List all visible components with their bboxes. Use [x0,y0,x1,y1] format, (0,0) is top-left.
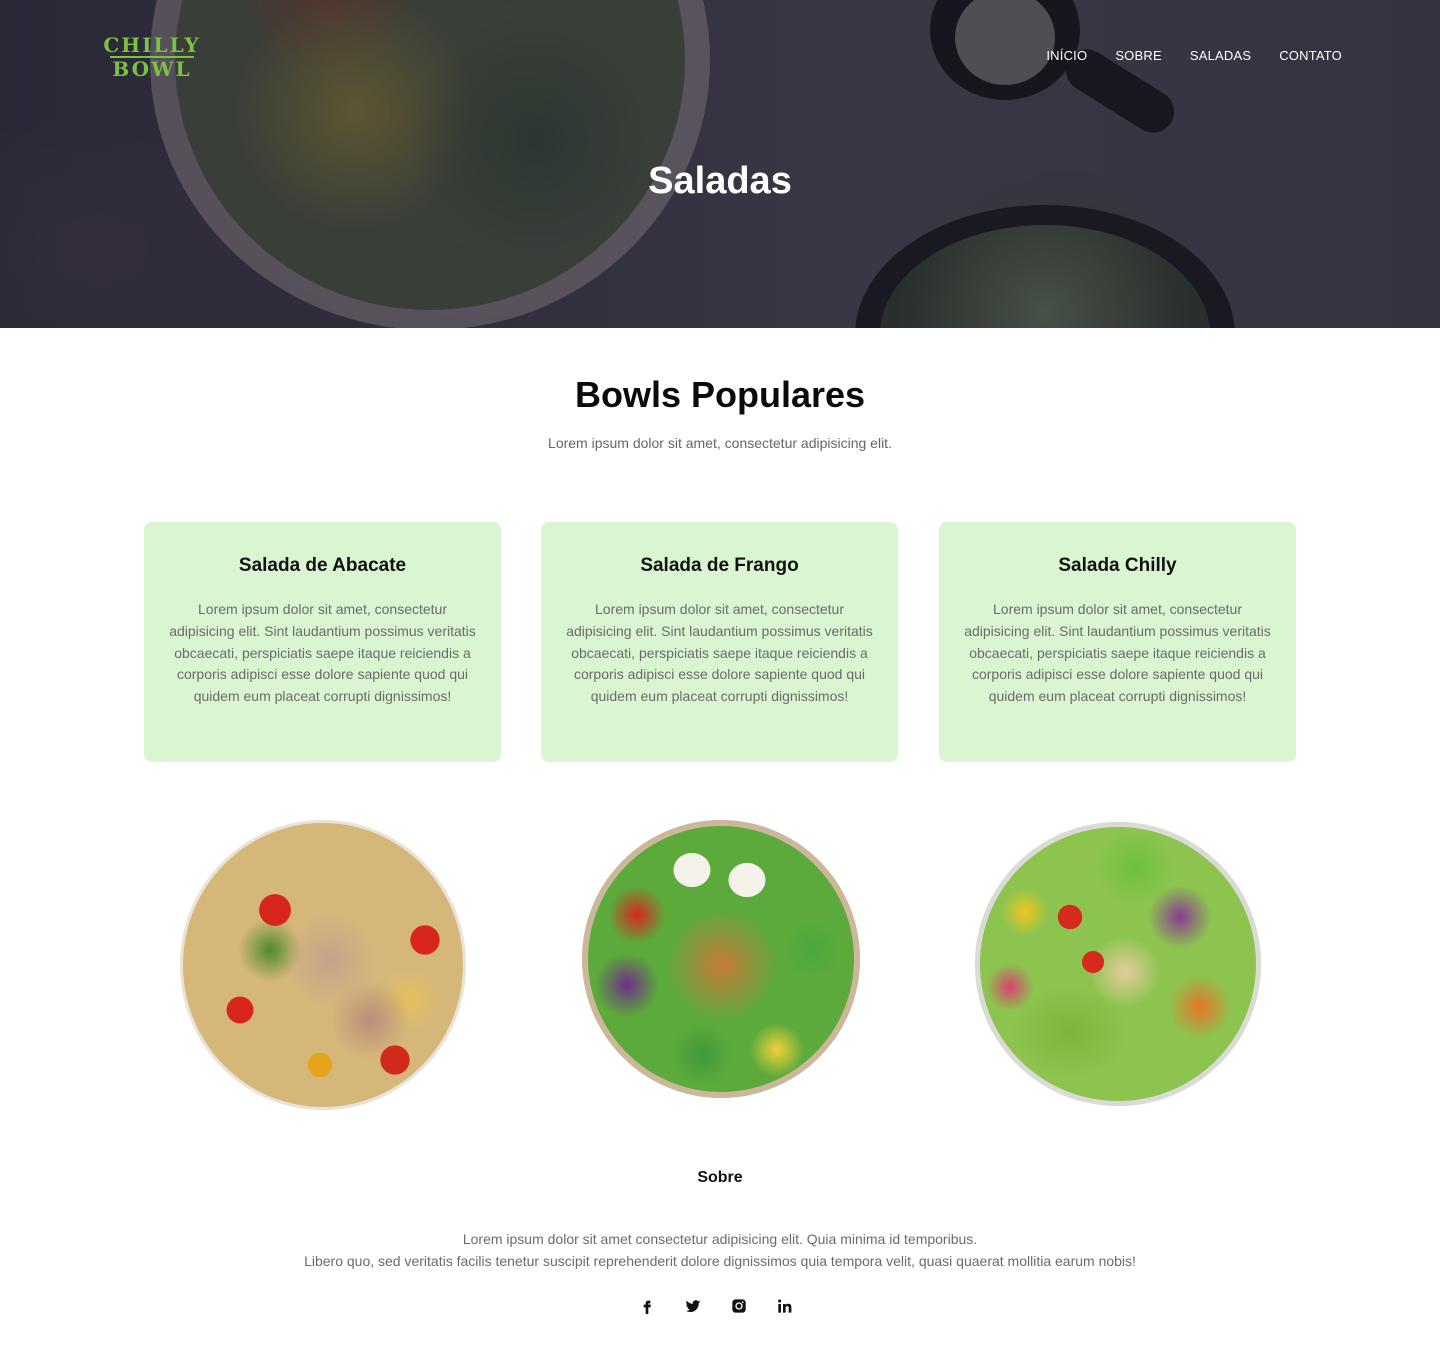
salad-card-frango: Salada de Frango Lorem ipsum dolor sit a… [541,522,898,762]
logo-line1: CHILLY [103,33,201,57]
about-text-line2: Libero quo, sed veritatis facilis tenetu… [304,1253,1136,1269]
about-text-line1: Lorem ipsum dolor sit amet consectetur a… [462,1231,978,1247]
salad-card-chilly: Salada Chilly Lorem ipsum dolor sit amet… [939,522,1296,762]
card-title: Salada de Frango [640,555,799,576]
social-links [638,1296,794,1316]
card-title: Salada de Abacate [238,555,407,576]
nav-item-contato[interactable]: CONTATO [1279,48,1342,63]
linkedin-icon[interactable] [776,1296,794,1316]
salad-image-pasta [180,820,466,1110]
popular-bowls-subtitle: Lorem ipsum dolor sit amet, consectetur … [548,435,892,451]
page-title: Saladas [648,160,792,202]
card-description: Lorem ipsum dolor sit amet, consectetur … [169,601,476,705]
nav-item-sobre[interactable]: SOBRE [1115,48,1162,63]
popular-bowls-title: Bowls Populares [574,374,866,415]
logo-line2: BOWL [112,57,192,81]
nav-item-saladas[interactable]: SALADAS [1190,48,1251,63]
card-description: Lorem ipsum dolor sit amet, consectetur … [566,601,873,705]
nav-item-inicio[interactable]: INÍCIO [1046,48,1087,63]
salad-image-chicken [582,820,860,1098]
about-text: Lorem ipsum dolor sit amet consectetur a… [0,1228,1440,1272]
twitter-icon[interactable] [684,1296,702,1316]
facebook-icon[interactable] [638,1296,656,1316]
main-nav: INÍCIO SOBRE SALADAS CONTATO [1046,48,1342,63]
salad-image-avocado [975,822,1261,1106]
brand-logo[interactable]: CHILLY BOWL [100,34,204,82]
card-title: Salada Chilly [1058,555,1177,576]
instagram-icon[interactable] [730,1296,748,1316]
salad-card-abacate: Salada de Abacate Lorem ipsum dolor sit … [144,522,501,762]
hero-banner: CHILLY BOWL INÍCIO SOBRE SALADAS CONTATO… [0,0,1440,328]
about-title: Sobre [697,1169,743,1186]
card-description: Lorem ipsum dolor sit amet, consectetur … [964,601,1271,705]
